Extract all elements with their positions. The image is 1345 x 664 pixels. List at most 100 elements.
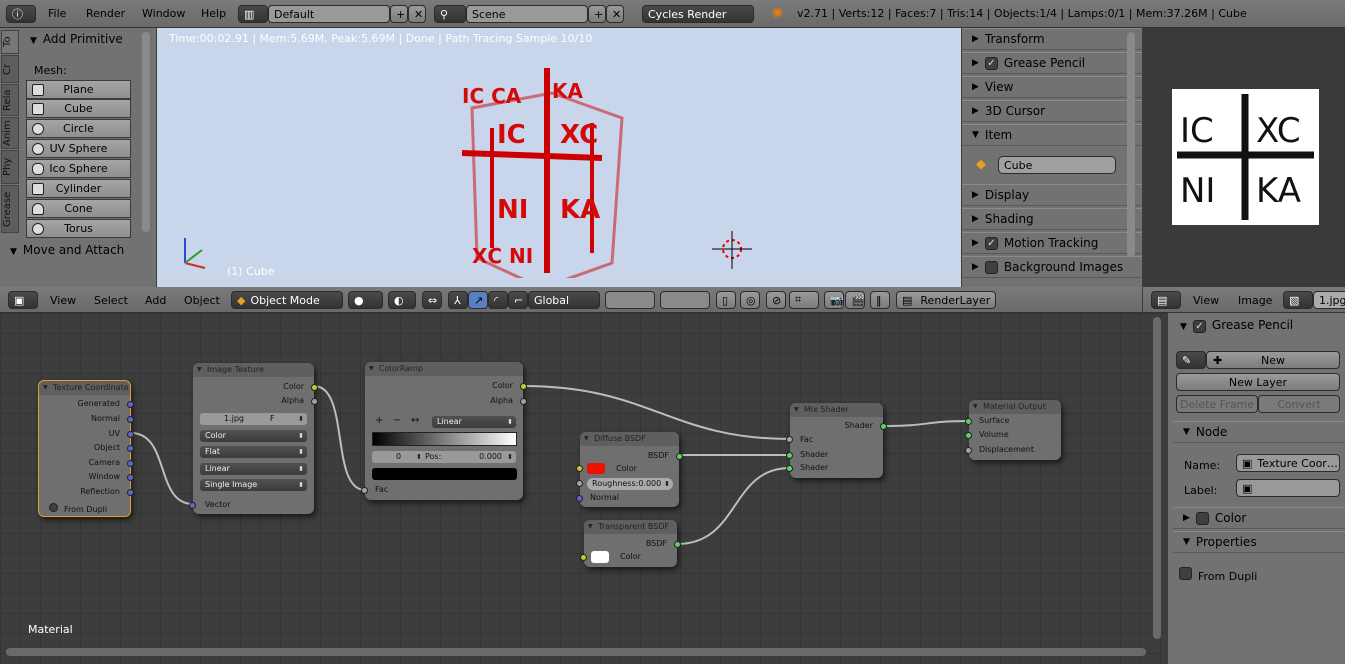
diffuse-color-swatch[interactable] [587, 463, 605, 474]
socket[interactable] [965, 432, 972, 439]
socket[interactable] [520, 398, 527, 405]
checkbox-checked[interactable]: ✓ [984, 56, 998, 70]
3d-cursor-icon[interactable] [712, 231, 752, 271]
scene-field[interactable]: Scene [466, 5, 588, 23]
socket[interactable] [311, 398, 318, 405]
menu-view[interactable]: View [50, 294, 76, 307]
socket[interactable] [127, 474, 134, 481]
node-name-field[interactable]: ▣ Texture Coor… [1236, 454, 1340, 472]
socket[interactable] [576, 495, 583, 502]
shading-select[interactable]: ● [348, 291, 383, 309]
tab-tools[interactable]: To [1, 30, 19, 54]
image-browse-button[interactable]: ▧ [1283, 291, 1313, 309]
socket[interactable] [880, 423, 887, 430]
node-label-field[interactable]: ▣ [1236, 479, 1340, 497]
checkbox[interactable] [49, 503, 58, 512]
socket[interactable] [127, 445, 134, 452]
snap-element-select[interactable]: ⌗ [789, 291, 819, 309]
lock-layers-icon[interactable]: ▯ [716, 291, 736, 309]
socket[interactable] [676, 453, 683, 460]
pause-icon[interactable]: ‖ [870, 291, 890, 309]
new-grease-pencil-button[interactable]: ✚ New [1206, 351, 1340, 369]
material-output-node[interactable]: Material Output Surface Volume Displacem… [965, 400, 1061, 460]
checkbox-checked[interactable]: ✓ [1192, 320, 1206, 333]
move-attach-header[interactable]: ▼ Move and Attach [10, 243, 124, 257]
mix-shader-node[interactable]: Mix Shader Shader Fac Shader Shader [786, 403, 887, 478]
diffuse-bsdf-node[interactable]: Diffuse BSDF BSDF Color Roughness:0.000 … [576, 432, 683, 507]
socket[interactable] [965, 447, 972, 454]
tool-shelf-scrollbar[interactable] [142, 32, 150, 232]
menu-add[interactable]: Add [145, 294, 166, 307]
tool-cone[interactable]: Cone [26, 199, 131, 218]
image-editor[interactable]: IC XC NI KA [1143, 28, 1345, 287]
section-node[interactable]: ▼ Node [1173, 421, 1345, 443]
socket[interactable] [965, 418, 972, 425]
fake-user-button[interactable]: F [270, 413, 275, 425]
pivot-select[interactable]: ◐ [388, 291, 416, 309]
section-color[interactable]: ▶ Color [1173, 507, 1345, 529]
editor-type-button[interactable]: ▤ [1151, 291, 1181, 309]
checkbox[interactable] [1179, 567, 1192, 580]
tool-cube[interactable]: Cube [26, 99, 131, 118]
section-grease-pencil[interactable]: ▶ ✓ Grease Pencil [962, 52, 1142, 74]
tool-plane[interactable]: Plane [26, 80, 131, 99]
stop-position-field[interactable]: Pos: 0.000 [420, 451, 516, 463]
socket[interactable] [520, 383, 527, 390]
socket[interactable] [189, 502, 196, 509]
checkbox[interactable] [984, 260, 998, 274]
translate-manipulator-icon[interactable]: ↗ [468, 291, 488, 309]
layers-grid-1[interactable] [605, 291, 655, 309]
add-primitive-header[interactable]: ▼ Add Primitive [30, 32, 123, 46]
interpolation-select[interactable]: Linear [432, 416, 516, 428]
tool-torus[interactable]: Torus [26, 219, 131, 238]
snap-toggle-icon[interactable]: ⊘ [766, 291, 786, 309]
render-engine-select[interactable]: Cycles Render [642, 5, 754, 23]
socket[interactable] [127, 460, 134, 467]
socket[interactable] [674, 541, 681, 548]
color-ramp-gradient[interactable] [372, 432, 517, 446]
editor-type-button[interactable]: ▣ [8, 291, 38, 309]
menu-view[interactable]: View [1193, 294, 1219, 307]
render-animation-icon[interactable]: 🎬 [845, 291, 865, 309]
section-3d-cursor[interactable]: ▶ 3D Cursor [962, 100, 1142, 122]
scene-add-icon[interactable]: + [588, 5, 606, 23]
extension-select[interactable]: Single Image [200, 479, 307, 491]
image-texture-node[interactable]: Image Texture Color Alpha 1.jpg F Color F… [189, 363, 318, 514]
render-layer-select[interactable]: ▤ RenderLayer [896, 291, 996, 309]
tool-uv-sphere[interactable]: UV Sphere [26, 139, 131, 158]
projection-select[interactable]: Flat [200, 446, 307, 458]
socket[interactable] [580, 554, 587, 561]
horizontal-scrollbar[interactable] [6, 648, 1146, 656]
colorramp-node[interactable]: ColorRamp Color Alpha + − ↔ Linear 0 Pos… [361, 362, 527, 500]
scale-manipulator-icon[interactable]: ⌐ [508, 291, 528, 309]
section-view[interactable]: ▶ View [962, 76, 1142, 98]
scene-type-button[interactable]: ⚲ [434, 5, 466, 23]
tool-circle[interactable]: Circle [26, 119, 131, 138]
section-motion-tracking[interactable]: ▶ ✓ Motion Tracking [962, 232, 1142, 254]
section-shading[interactable]: ▶ Shading [962, 208, 1142, 230]
menu-render[interactable]: Render [86, 7, 125, 20]
socket[interactable] [127, 431, 134, 438]
checkbox[interactable] [1195, 511, 1209, 525]
mode-select[interactable]: ◆ Object Mode [231, 291, 343, 309]
socket[interactable] [127, 416, 134, 423]
properties-scrollbar[interactable] [1127, 32, 1135, 257]
layout-add-icon[interactable]: + [390, 5, 408, 23]
socket[interactable] [786, 465, 793, 472]
transparent-bsdf-node[interactable]: Transparent BSDF BSDF Color [580, 520, 681, 567]
item-name-field[interactable]: Cube [998, 156, 1116, 174]
socket[interactable] [576, 465, 583, 472]
vertical-scrollbar[interactable] [1153, 317, 1161, 639]
image-file-field[interactable]: 1.jpg F [200, 413, 307, 425]
render-opengl-icon[interactable]: 📷 [824, 291, 844, 309]
stop-index-field[interactable]: 0 [372, 451, 425, 463]
menu-image[interactable]: Image [1238, 294, 1272, 307]
socket[interactable] [361, 487, 368, 494]
texture-coordinate-node[interactable]: Texture Coordinate Generated Normal UV O… [38, 380, 134, 517]
add-stop-icon[interactable]: + [375, 415, 383, 426]
checkbox-checked[interactable]: ✓ [984, 236, 998, 250]
scene-close-icon[interactable]: ✕ [606, 5, 624, 23]
info-editor-button[interactable]: ⓘ [6, 5, 36, 23]
flip-icon[interactable]: ↔ [411, 415, 419, 426]
node-editor[interactable]: Texture Coordinate Generated Normal UV O… [0, 313, 1166, 664]
